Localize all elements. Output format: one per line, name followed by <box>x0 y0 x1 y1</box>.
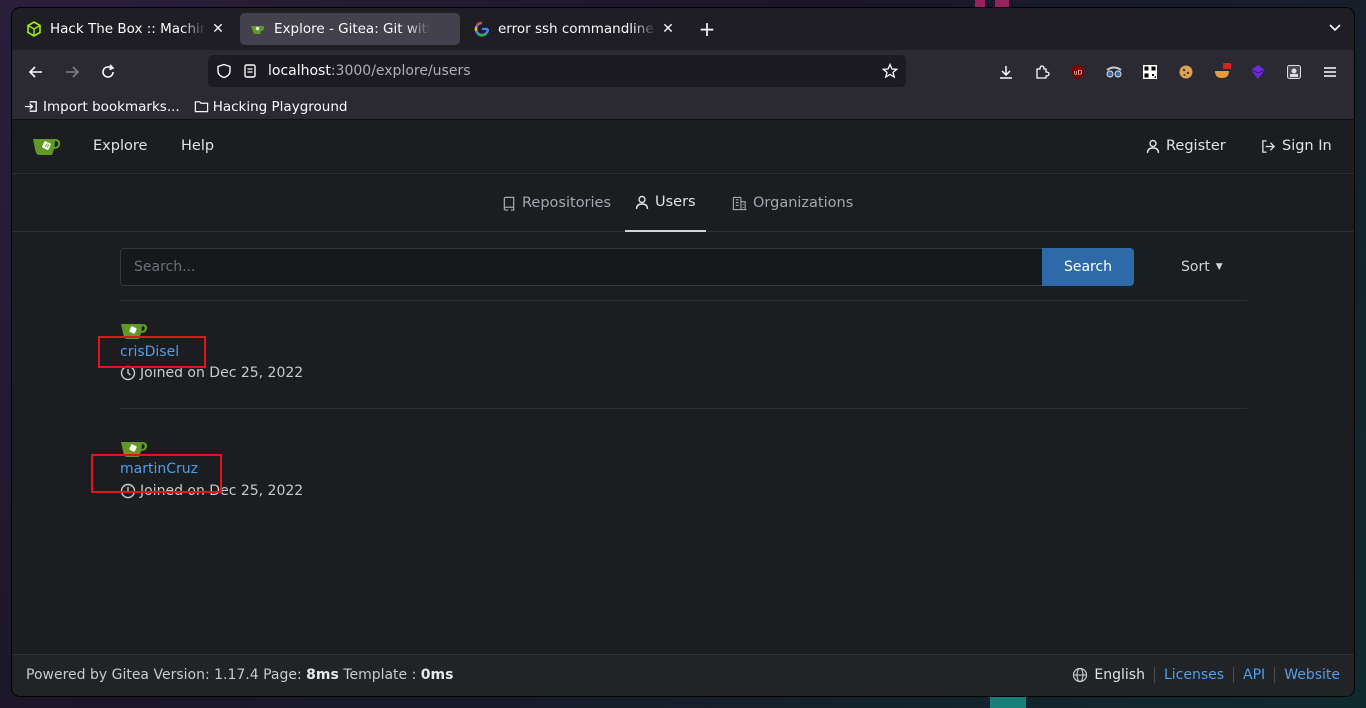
cookie-icon[interactable] <box>1176 62 1196 82</box>
close-tab-icon[interactable]: ✕ <box>660 21 676 37</box>
search-input[interactable] <box>120 248 1042 286</box>
register-label: Register <box>1166 138 1226 154</box>
wallpaper-decoration <box>990 696 1026 708</box>
tab-users[interactable]: Users <box>625 174 706 232</box>
bookmark-hacking-playground[interactable]: Hacking Playground <box>194 98 348 115</box>
person-icon <box>1146 139 1160 153</box>
api-link[interactable]: API <box>1243 667 1265 683</box>
sign-in-label: Sign In <box>1282 138 1332 154</box>
explore-users-container: Search Sort ▼ crisDisel Joined on Dec 25… <box>91 248 1247 519</box>
tab-title: error ssh commandline d <box>498 21 656 37</box>
gitea-favicon <box>250 21 266 37</box>
list-all-tabs-chevron-icon[interactable] <box>1328 20 1342 39</box>
separator <box>1153 667 1155 683</box>
ublock-origin-icon[interactable]: uD <box>1068 62 1088 82</box>
tab-bar: Hack The Box :: Machines ✕ Explore - Git… <box>12 8 1354 50</box>
tab-title: Hack The Box :: Machines <box>50 21 206 37</box>
address-bar[interactable]: localhost:3000/explore/users <box>208 55 906 87</box>
page-time: 8ms <box>306 667 339 683</box>
nav-explore-link[interactable]: Explore <box>93 138 147 154</box>
page-info-icon[interactable] <box>242 63 258 79</box>
google-g-icon <box>474 21 490 37</box>
footer-links: English Licenses API Website <box>1072 667 1340 683</box>
search-row: Search Sort ▼ <box>120 248 1247 286</box>
gitea-logo-icon[interactable] <box>32 134 62 162</box>
explore-tabs: Repositories Users Organizations <box>12 174 1354 232</box>
website-link[interactable]: Website <box>1284 667 1340 683</box>
wallpaper-decoration <box>995 0 1009 8</box>
separator <box>1233 667 1235 683</box>
sort-label: Sort <box>1181 259 1210 275</box>
language-label: English <box>1094 667 1145 683</box>
bowl-extension-icon[interactable] <box>1212 62 1232 82</box>
shield-icon[interactable] <box>216 63 232 79</box>
qr-code-icon[interactable] <box>1140 62 1160 82</box>
footer-version-info: Powered by Gitea Version: 1.17.4 Page: 8… <box>26 667 453 683</box>
back-arrow-icon[interactable] <box>24 60 48 84</box>
gitea-footer: Powered by Gitea Version: 1.17.4 Page: 8… <box>12 654 1354 696</box>
user-list-item: martinCruz Joined on Dec 25, 2022 <box>91 409 1247 519</box>
import-icon <box>24 101 37 112</box>
new-tab-plus-icon[interactable]: + <box>696 18 718 40</box>
nav-help-link[interactable]: Help <box>181 138 214 154</box>
repo-icon <box>503 196 515 211</box>
bookmark-label: Hacking Playground <box>212 98 348 115</box>
template-label: Template : <box>338 667 421 683</box>
search-button[interactable]: Search <box>1042 248 1134 286</box>
bookmark-star-icon[interactable] <box>882 63 898 79</box>
highlight-annotation-box <box>91 454 222 493</box>
bookmarks-toolbar: Import bookmarks... Hacking Playground <box>12 94 1354 120</box>
caret-down-icon: ▼ <box>1215 262 1223 272</box>
register-link[interactable]: Register <box>1146 138 1226 154</box>
sign-in-icon <box>1262 139 1276 153</box>
extensions-puzzle-icon[interactable] <box>1032 62 1052 82</box>
gitea-page: Explore Help Register Sign In Repositori… <box>12 120 1354 696</box>
licenses-link[interactable]: Licenses <box>1164 667 1224 683</box>
sign-in-link[interactable]: Sign In <box>1261 138 1332 154</box>
browser-window: Hack The Box :: Machines ✕ Explore - Git… <box>12 8 1354 696</box>
tab-label: Organizations <box>753 195 854 211</box>
url-host: localhost <box>268 63 331 79</box>
tab-gitea-explore[interactable]: Explore - Gitea: Git with a cup of tea <box>240 13 460 45</box>
powered-by-text: Powered by Gitea Version: 1.17.4 Page: <box>26 667 307 683</box>
template-time: 0ms <box>420 667 454 683</box>
forward-arrow-icon[interactable] <box>60 60 84 84</box>
bookmark-label: Import bookmarks... <box>43 98 180 115</box>
downloads-icon[interactable] <box>996 62 1016 82</box>
highlight-annotation-box <box>98 336 206 368</box>
navigation-toolbar: localhost:3000/explore/users uD <box>12 50 1354 94</box>
tab-organizations[interactable]: Organizations <box>722 174 863 232</box>
separator <box>1274 667 1276 683</box>
tab-google-search[interactable]: error ssh commandline d ✕ <box>464 13 686 45</box>
user-list-item: crisDisel Joined on Dec 25, 2022 <box>98 301 1247 408</box>
sort-dropdown[interactable]: Sort ▼ <box>1181 259 1223 275</box>
person-icon <box>635 195 649 209</box>
tab-label: Repositories <box>522 195 612 211</box>
tab-hackthebox[interactable]: Hack The Box :: Machines ✕ <box>16 13 236 45</box>
organization-icon <box>732 196 747 210</box>
svg-text:uD: uD <box>1074 70 1083 77</box>
language-selector[interactable]: English <box>1072 667 1145 683</box>
hamburger-menu-icon[interactable] <box>1320 62 1340 82</box>
htb-cube-icon <box>26 21 42 37</box>
tab-title: Explore - Gitea: Git with a cup of tea <box>274 21 430 37</box>
purple-cube-extension-icon[interactable] <box>1248 62 1268 82</box>
wallpaper-decoration <box>975 0 985 8</box>
folder-icon <box>194 101 208 113</box>
url-path: :3000/explore/users <box>330 63 471 79</box>
tab-label: Users <box>655 194 696 210</box>
reload-icon[interactable] <box>96 60 120 84</box>
photo-extension-icon[interactable] <box>1284 62 1304 82</box>
tab-repositories[interactable]: Repositories <box>492 174 621 232</box>
spy-glasses-extension-icon[interactable] <box>1104 62 1124 82</box>
gitea-top-nav: Explore Help Register Sign In <box>12 120 1354 174</box>
globe-icon <box>1073 667 1088 683</box>
close-tab-icon[interactable]: ✕ <box>210 21 226 37</box>
bookmark-import[interactable]: Import bookmarks... <box>24 99 180 115</box>
